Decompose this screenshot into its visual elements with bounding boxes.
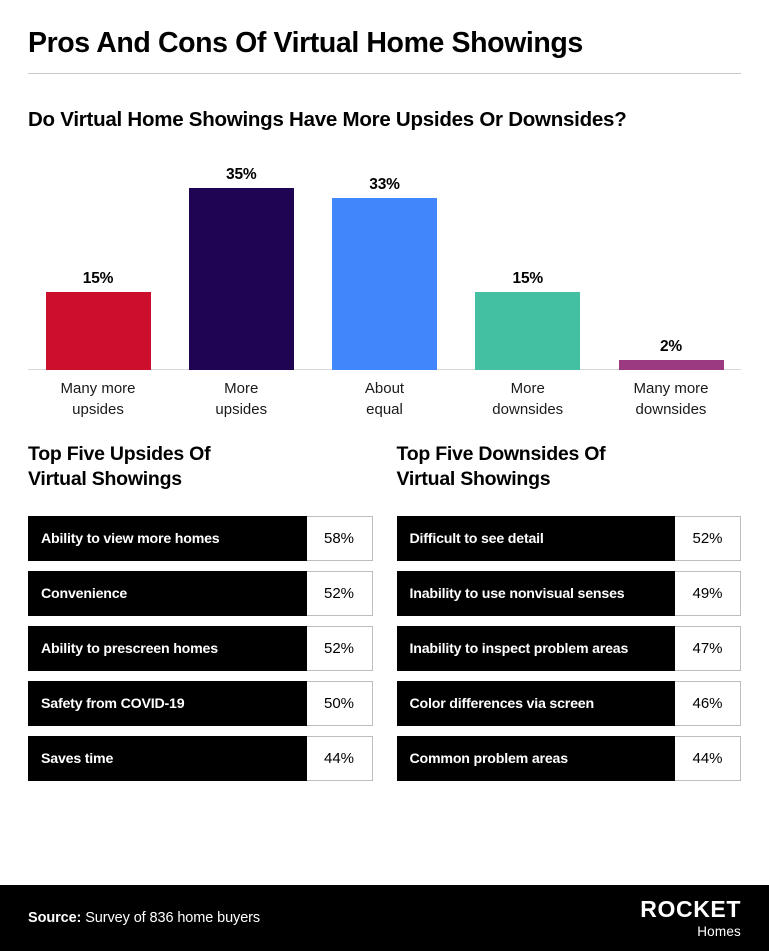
upside-row-value: 58% (306, 516, 373, 562)
downside-row-label: Inability to inspect problem areas (396, 626, 675, 672)
x-axis-tick-label: More downsides (492, 380, 564, 418)
table-row: Ability to prescreen homes 52% (28, 626, 373, 672)
downside-row-value: 47% (675, 626, 741, 672)
upside-row-value: 52% (306, 571, 373, 617)
upside-row-value: 44% (306, 736, 373, 782)
table-row: Saves time 44% (28, 736, 373, 782)
source-text: Survey of 836 home buyers (85, 910, 261, 926)
downsides-column: Top Five Downsides Of Virtual Showings D… (396, 442, 741, 782)
upside-row-label: Safety from COVID-19 (28, 681, 307, 727)
upside-row-value: 52% (306, 626, 373, 672)
chart-section: Do Virtual Home Showings Have More Upsid… (0, 74, 769, 418)
table-row: Color differences via screen 46% (396, 681, 741, 727)
upside-row-value: 50% (306, 681, 373, 727)
bar-value-label: 15% (82, 269, 114, 287)
bar (45, 292, 151, 371)
bar-value-label: 33% (369, 175, 400, 193)
bar-value-label: 2% (659, 337, 682, 355)
bar-group: 33% (323, 148, 447, 371)
downside-row-value: 49% (675, 571, 741, 617)
downside-row-value: 52% (675, 516, 741, 562)
table-row: Common problem areas 44% (396, 736, 741, 782)
bar-value-label: 35% (226, 165, 257, 183)
bar-group: 15% (36, 148, 160, 371)
chart-title: Do Virtual Home Showings Have More Upsid… (28, 108, 627, 132)
chart-x-axis-labels: Many more upsides More upsides About equal Mor… (28, 370, 741, 420)
downside-row-value: 44% (675, 736, 741, 782)
lists-section: Top Five Upsides Of Virtual Showings Abi… (0, 406, 769, 782)
footer: Source: Survey of 836 home buyers ROCKET… (0, 885, 769, 951)
bar (618, 360, 724, 371)
x-axis-tick-label: About equal (364, 380, 405, 418)
bar-chart: 15% 35% 33% 15% 2% Many more upsides More upsid… (28, 148, 741, 418)
source-label: Source: (28, 910, 82, 926)
downside-row-label: Color differences via screen (396, 681, 675, 727)
chart-plot-area: 15% 35% 33% 15% 2% (28, 148, 741, 371)
x-axis-tick-label: More upsides (215, 380, 268, 418)
downside-row-value: 46% (675, 681, 741, 727)
downside-row-label: Common problem areas (396, 736, 675, 782)
upsides-list: Ability to view more homes 58% Convenience… (28, 516, 373, 782)
downside-row-label: Inability to use nonvisual senses (396, 571, 675, 617)
upside-row-label: Saves time (28, 736, 307, 782)
table-row: Ability to view more homes 58% (28, 516, 373, 562)
bar-value-label: 15% (512, 269, 544, 287)
bar (188, 188, 294, 371)
page-title: Pros And Cons Of Virtual Home Showings (28, 27, 583, 59)
bar-group: 2% (609, 148, 733, 371)
source-note: Source: Survey of 836 home buyers (28, 910, 260, 926)
upside-row-label: Convenience (28, 571, 307, 617)
bar (332, 198, 437, 371)
table-row: Difficult to see detail 52% (396, 516, 741, 562)
upside-row-label: Ability to prescreen homes (28, 626, 307, 672)
rocket-homes-logo: ROCKET Homes (640, 895, 741, 939)
logo-wordmark: ROCKET (640, 895, 741, 922)
logo-subtext: Homes (697, 923, 741, 939)
downside-row-label: Difficult to see detail (396, 516, 675, 562)
bar-group: 35% (179, 148, 303, 371)
upsides-column: Top Five Upsides Of Virtual Showings Abi… (28, 442, 373, 782)
upside-row-label: Ability to view more homes (28, 516, 307, 562)
downsides-heading: Top Five Downsides Of Virtual Showings (396, 443, 606, 491)
bar-group: 15% (466, 148, 590, 371)
x-axis-tick-label: Many more downsides (633, 380, 709, 418)
infographic-root: Pros And Cons Of Virtual Home Showings D… (0, 0, 769, 951)
table-row: Inability to use nonvisual senses 49% (396, 571, 741, 617)
header: Pros And Cons Of Virtual Home Showings (0, 0, 769, 75)
table-row: Convenience 52% (28, 571, 373, 617)
bar (475, 292, 581, 371)
table-row: Inability to inspect problem areas 47% (396, 626, 741, 672)
downsides-list: Difficult to see detail 52% Inability to u… (396, 516, 741, 782)
table-row: Safety from COVID-19 50% (28, 681, 373, 727)
x-axis-tick-label: Many more upsides (60, 380, 136, 418)
upsides-heading: Top Five Upsides Of Virtual Showings (28, 443, 211, 491)
